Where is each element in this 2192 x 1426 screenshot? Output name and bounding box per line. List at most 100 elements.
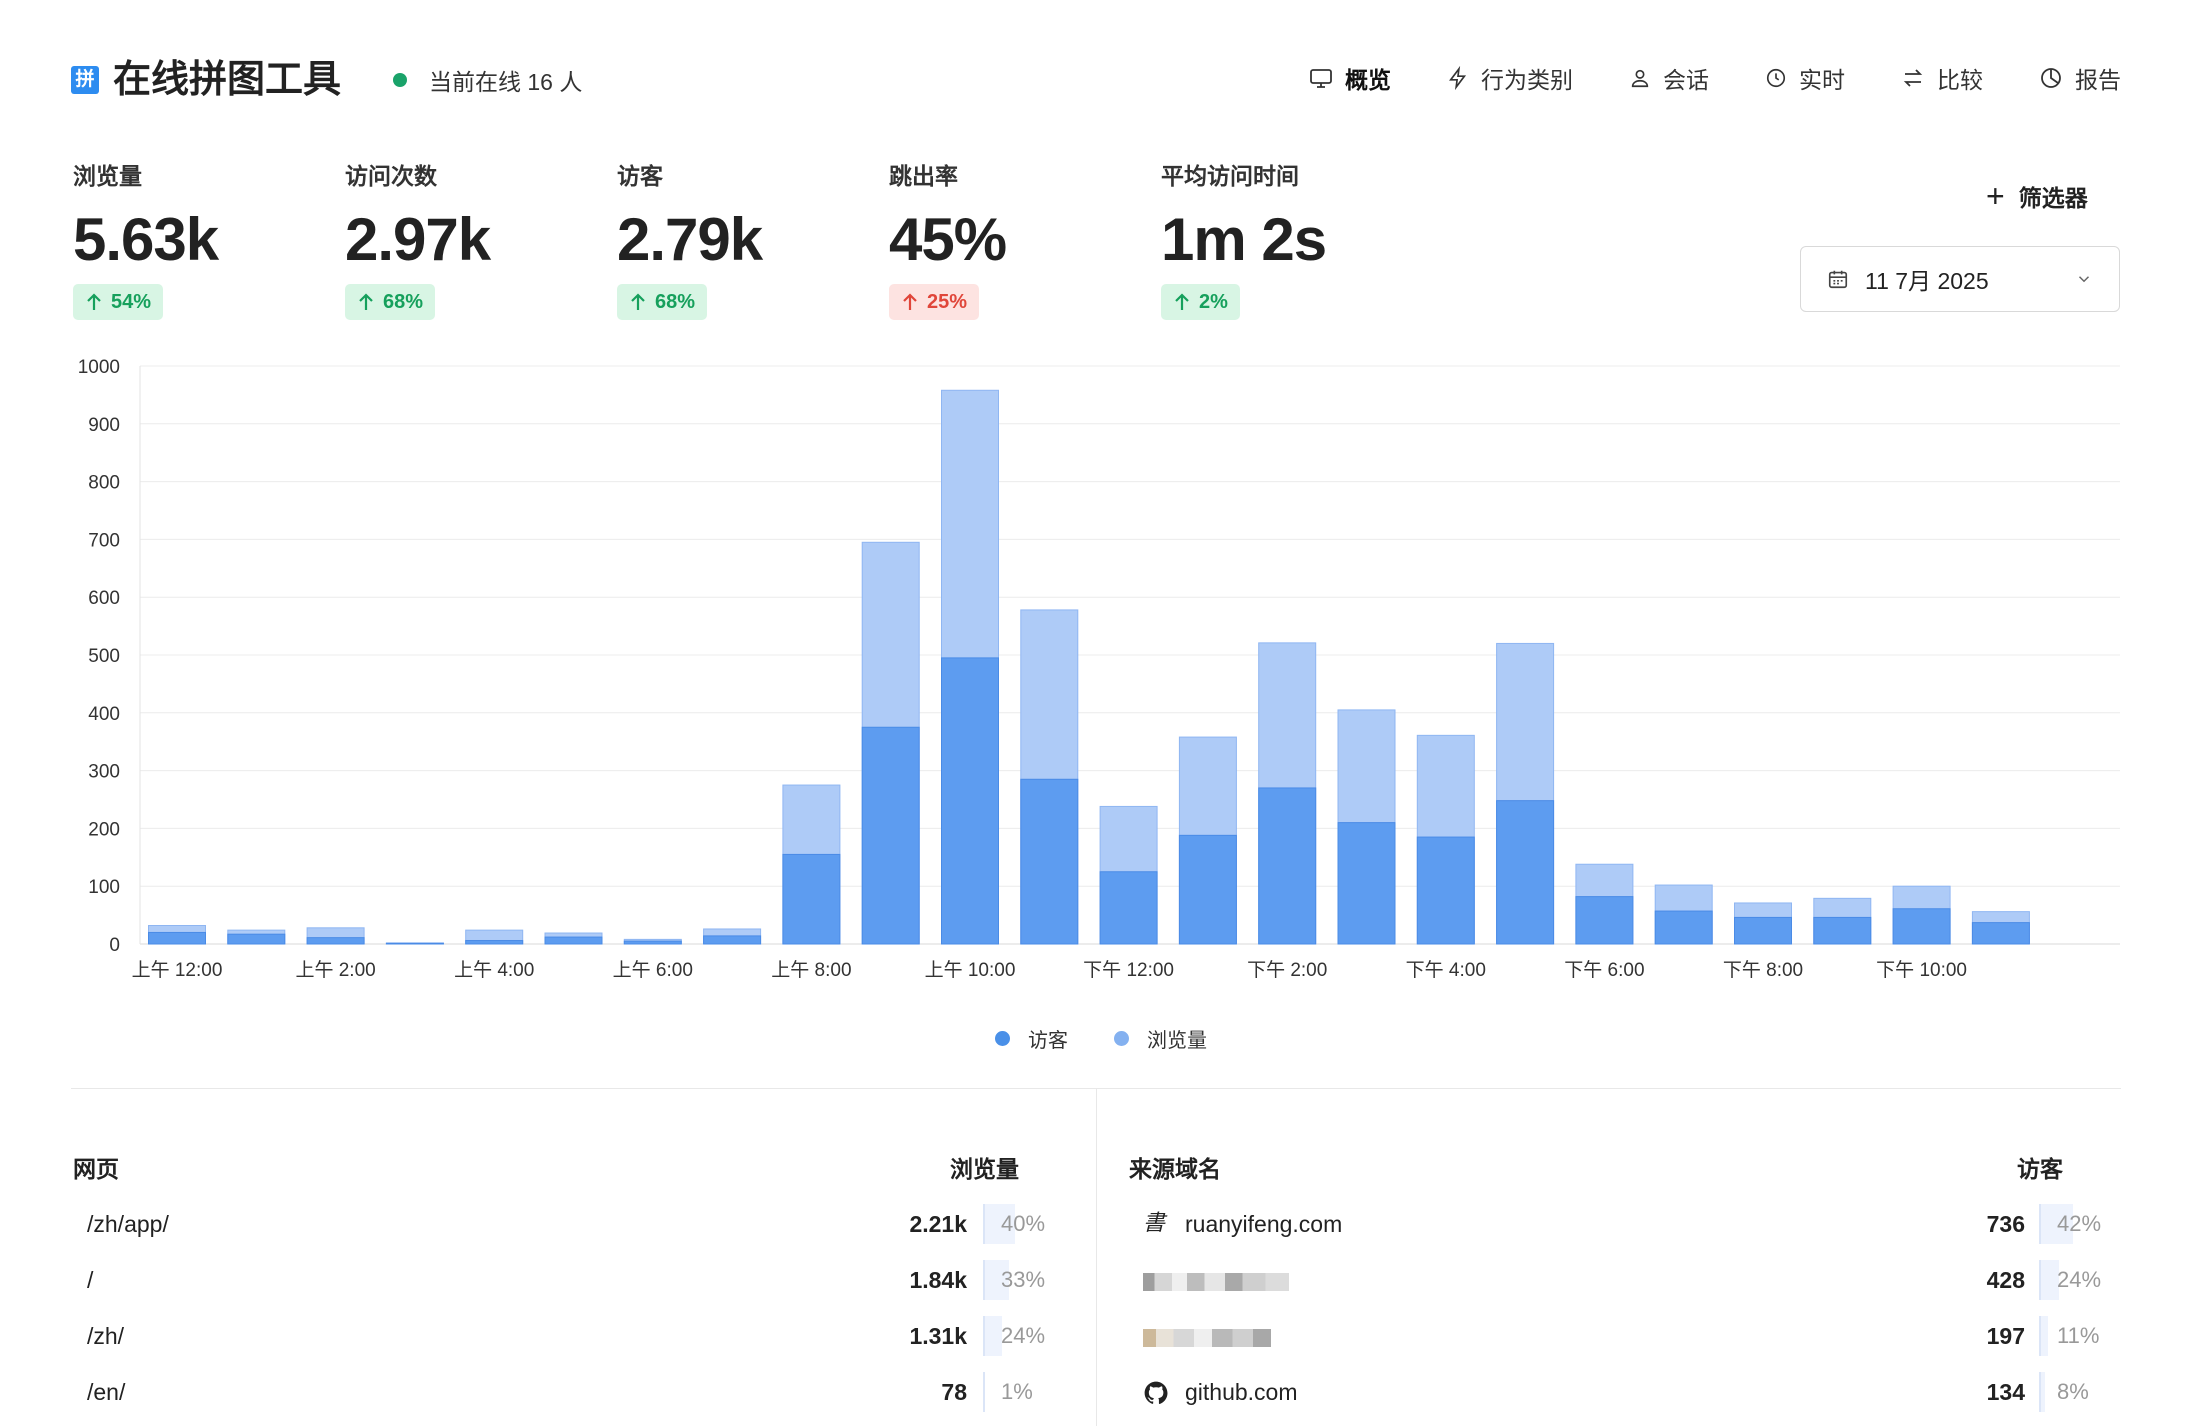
pages-panel-title: 网页 — [73, 1156, 119, 1182]
referrer-domain[interactable]: ruanyifeng.com — [1185, 1202, 1342, 1246]
arrow-up-icon — [631, 293, 645, 310]
visitors-bar — [1178, 834, 1237, 945]
share-percent: 11% — [2057, 1323, 2100, 1348]
visitors-bar — [861, 726, 920, 945]
share-percent: 8% — [2057, 1379, 2089, 1404]
x-tick-label: 上午 12:00 — [132, 959, 223, 981]
nav-realtime[interactable]: 实时 — [1765, 58, 1845, 98]
app-header: 拼 在线拼图工具 当前在线 16 人 概览 行为类别 会话 实时 比较 报告 — [71, 52, 2121, 108]
blurred-referrer[interactable] — [1143, 1314, 1271, 1358]
table-row[interactable]: 197 11% — [1129, 1314, 2121, 1358]
visitors-bar — [544, 936, 603, 945]
x-tick-label: 下午 10:00 — [1876, 959, 1967, 981]
metric-label: 访问次数 — [345, 163, 437, 189]
visitors-bar — [703, 935, 762, 945]
referrer-visitors-value: 428 — [1986, 1267, 2025, 1293]
metric-bounce-rate[interactable]: 跳出率 45% 25% — [889, 162, 1149, 320]
share-percent: 42% — [2057, 1211, 2102, 1236]
metric-change-value: 68% — [655, 290, 696, 313]
referrer-domain[interactable]: github.com — [1185, 1370, 1298, 1414]
y-tick-label: 400 — [88, 704, 120, 725]
ruanyifeng-favicon-icon: 書 — [1143, 1211, 1166, 1236]
visitors-bar — [1416, 836, 1475, 945]
metric-label: 平均访问时间 — [1161, 163, 1299, 189]
visitors-bar — [1258, 787, 1317, 945]
date-picker[interactable]: 11 7月 2025 — [1800, 246, 2120, 312]
nav-label: 报告 — [2075, 67, 2121, 93]
nav-event-categories[interactable]: 行为类别 — [1447, 58, 1573, 98]
table-row[interactable]: /zh/ 1.31k 24% — [73, 1314, 1063, 1358]
table-row[interactable]: github.com 134 8% — [1129, 1370, 2121, 1414]
metric-label: 跳出率 — [889, 163, 958, 189]
metric-visits[interactable]: 访问次数 2.97k 68% — [345, 162, 605, 320]
app-title: 在线拼图工具 — [113, 59, 342, 101]
arrow-up-icon — [87, 293, 101, 310]
share-bar — [2039, 1372, 2045, 1412]
page-path[interactable]: /zh/ — [87, 1314, 124, 1358]
arrow-up-icon — [1175, 293, 1189, 310]
nav-label: 实时 — [1799, 67, 1845, 93]
share-bar — [2039, 1316, 2048, 1356]
x-tick-label: 上午 2:00 — [295, 959, 375, 981]
online-dot-icon — [393, 73, 407, 87]
y-tick-label: 100 — [88, 877, 120, 898]
y-tick-label: 700 — [88, 530, 120, 551]
legend-item-visitors[interactable]: 访客 — [995, 1024, 1068, 1053]
metric-avg-visit-time[interactable]: 平均访问时间 1m 2s 2% — [1161, 162, 1421, 320]
y-tick-label: 600 — [88, 588, 120, 609]
page-path[interactable]: /en/ — [87, 1370, 125, 1414]
y-tick-label: 200 — [88, 819, 120, 840]
table-row[interactable]: /zh/app/ 2.21k 40% — [73, 1202, 1063, 1246]
y-tick-label: 0 — [109, 935, 120, 956]
metric-change-value: 25% — [927, 290, 968, 313]
page-views-value: 78 — [941, 1379, 967, 1405]
metric-visitors[interactable]: 访客 2.79k 68% — [617, 162, 877, 320]
legend-dot-visitors — [995, 1031, 1010, 1046]
pages-metric-header[interactable]: 浏览量 — [950, 1150, 1019, 1184]
filter-label: 筛选器 — [2018, 185, 2088, 211]
page-views-value: 1.31k — [909, 1323, 967, 1349]
metric-change-badge: 25% — [889, 284, 980, 320]
visitors-bar — [623, 940, 682, 945]
filter-button[interactable]: + 筛选器 — [1986, 178, 2088, 214]
legend-item-pageviews[interactable]: 浏览量 — [1114, 1024, 1207, 1053]
referrers-metric-header[interactable]: 访客 — [2017, 1150, 2063, 1184]
hourly-bar-chart: 0 100 200 300 400 500 600 700 800 900 1000 上午 12:00… — [78, 357, 2120, 981]
metric-change-value: 68% — [383, 290, 424, 313]
visitors-bar — [1575, 896, 1634, 945]
visitors-bar — [148, 931, 206, 945]
table-row[interactable]: /en/ 78 1% — [73, 1370, 1063, 1414]
page-path[interactable]: /zh/app/ — [87, 1202, 169, 1246]
page-views-value: 1.84k — [909, 1267, 967, 1293]
nav-compare[interactable]: 比较 — [1901, 58, 1983, 98]
table-row[interactable]: / 1.84k 33% — [73, 1258, 1063, 1302]
monitor-icon — [1310, 69, 1332, 88]
blurred-referrer[interactable] — [1143, 1258, 1289, 1302]
share-percent: 24% — [2057, 1267, 2102, 1292]
metric-change-badge: 2% — [1161, 284, 1240, 320]
metric-change-badge: 54% — [73, 284, 164, 320]
visitors-bar — [465, 940, 524, 945]
page-path[interactable]: / — [87, 1258, 93, 1302]
nav-reports[interactable]: 报告 — [2039, 58, 2121, 98]
online-status: 当前在线 16 人 — [393, 62, 582, 98]
share-percent: 1% — [1001, 1379, 1033, 1404]
visitors-bar — [1654, 910, 1713, 945]
metric-change-badge: 68% — [617, 284, 708, 320]
clock-icon — [1766, 68, 1786, 88]
metric-pageviews[interactable]: 浏览量 5.63k 54% — [73, 162, 333, 320]
metric-value: 2.97k — [345, 206, 491, 273]
metric-value: 2.79k — [617, 206, 763, 273]
table-row[interactable]: 書 ruanyifeng.com 736 42% — [1129, 1202, 2121, 1246]
nav-sessions[interactable]: 会话 — [1629, 58, 1709, 98]
visitors-bar — [782, 853, 841, 945]
share-percent: 24% — [1001, 1323, 1046, 1348]
y-tick-label: 500 — [88, 646, 120, 667]
referrers-panel-title: 来源域名 — [1129, 1156, 1221, 1182]
table-row[interactable]: 428 24% — [1129, 1258, 2121, 1302]
visitors-bar — [385, 942, 444, 945]
visitors-bar — [1099, 871, 1158, 945]
y-tick-label: 1000 — [78, 357, 120, 378]
nav-overview[interactable]: 概览 — [1309, 58, 1391, 98]
x-tick-label: 下午 4:00 — [1406, 959, 1486, 981]
